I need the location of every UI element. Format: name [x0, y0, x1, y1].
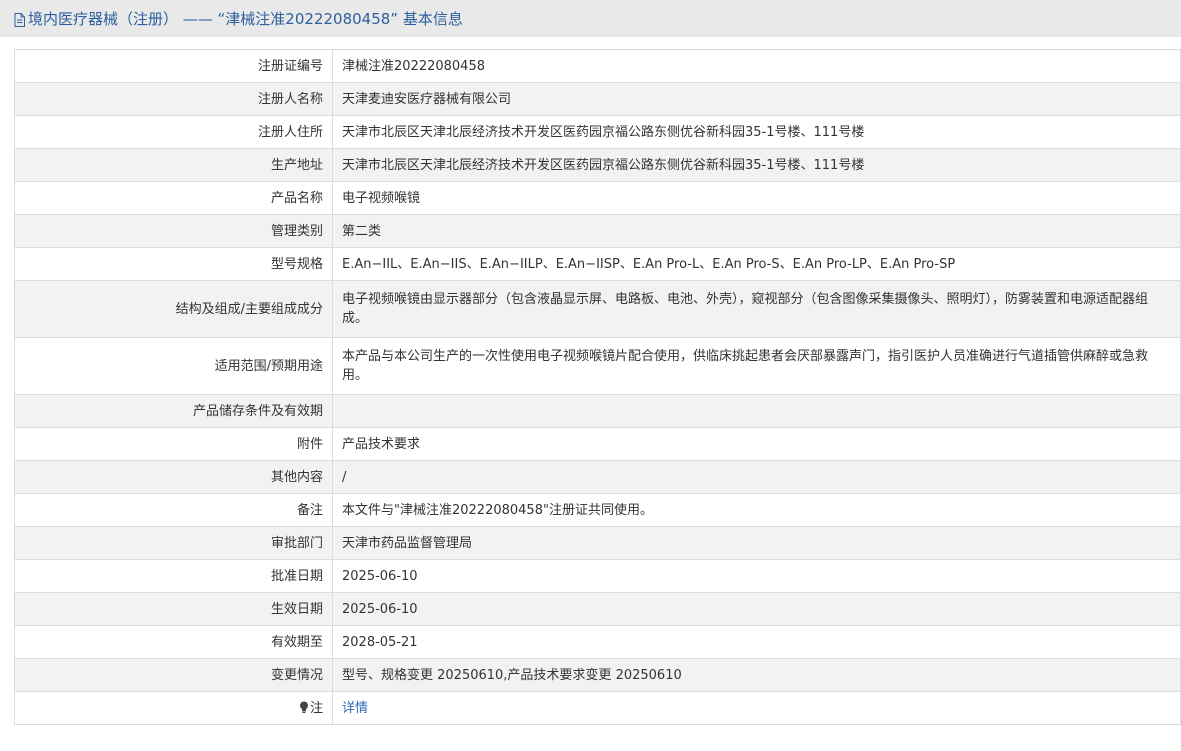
row-label: 型号规格 [14, 247, 333, 281]
row-value: 2028-05-21 [332, 625, 1181, 659]
table-row: 生产地址 天津市北辰区天津北辰经济技术开发区医药园京福公路东侧优谷新科园35-1… [14, 148, 1181, 182]
row-value: 电子视频喉镜 [332, 181, 1181, 215]
table-row: 批准日期 2025-06-10 [14, 559, 1181, 593]
row-label: 变更情况 [14, 658, 333, 692]
row-label: 产品名称 [14, 181, 333, 215]
document-icon [14, 12, 25, 27]
table-row: 生效日期 2025-06-10 [14, 592, 1181, 626]
row-value: 天津麦迪安医疗器械有限公司 [332, 82, 1181, 116]
row-value: / [332, 460, 1181, 494]
table-row: 备注 本文件与"津械注准20222080458"注册证共同使用。 [14, 493, 1181, 527]
table-row: 审批部门 天津市药品监督管理局 [14, 526, 1181, 560]
note-label: 注 [309, 700, 323, 716]
table-row: 变更情况 型号、规格变更 20250610,产品技术要求变更 20250610 [14, 658, 1181, 692]
table-row: 其他内容 / [14, 460, 1181, 494]
row-value: 本文件与"津械注准20222080458"注册证共同使用。 [332, 493, 1181, 527]
table-row: 型号规格 E.An−IIL、E.An−IIS、E.An−IILP、E.An−II… [14, 247, 1181, 281]
details-link[interactable]: 详情 [342, 701, 368, 716]
row-label: 附件 [14, 427, 333, 461]
row-value: E.An−IIL、E.An−IIS、E.An−IILP、E.An−IISP、E.… [332, 247, 1181, 281]
row-value: 津械注准20222080458 [332, 49, 1181, 83]
table-row: 注册证编号 津械注准20222080458 [14, 49, 1181, 83]
row-label: 生产地址 [14, 148, 333, 182]
row-label: 备注 [14, 493, 333, 527]
row-label: 生效日期 [14, 592, 333, 626]
table-row: 管理类别 第二类 [14, 214, 1181, 248]
table-row: 有效期至 2028-05-21 [14, 625, 1181, 659]
row-label: 审批部门 [14, 526, 333, 560]
row-value: 电子视频喉镜由显示器部分（包含液晶显示屏、电路板、电池、外壳），窥视部分（包含图… [332, 280, 1181, 338]
row-value [332, 394, 1181, 428]
row-value: 型号、规格变更 20250610,产品技术要求变更 20250610 [332, 658, 1181, 692]
table-row: 注册人住所 天津市北辰区天津北辰经济技术开发区医药园京福公路东侧优谷新科园35-… [14, 115, 1181, 149]
row-label: 注册人名称 [14, 82, 333, 116]
table-row: 结构及组成/主要组成成分 电子视频喉镜由显示器部分（包含液晶显示屏、电路板、电池… [14, 280, 1181, 338]
lightbulb-icon [299, 701, 308, 713]
registration-info-table: 注册证编号 津械注准20222080458 注册人名称 天津麦迪安医疗器械有限公… [14, 49, 1181, 725]
row-label: 管理类别 [14, 214, 333, 248]
table-row: 产品名称 电子视频喉镜 [14, 181, 1181, 215]
table-row: 适用范围/预期用途 本产品与本公司生产的一次性使用电子视频喉镜片配合使用，供临床… [14, 337, 1181, 395]
page-title: 境内医疗器械（注册） —— “津械注准20222080458” 基本信息 [28, 10, 463, 28]
note-value-cell: 详情 [332, 691, 1181, 725]
note-label-cell: 注 [14, 691, 333, 725]
row-value: 2025-06-10 [332, 559, 1181, 593]
row-value: 本产品与本公司生产的一次性使用电子视频喉镜片配合使用，供临床挑起患者会厌部暴露声… [332, 337, 1181, 395]
row-label: 结构及组成/主要组成成分 [14, 280, 333, 338]
row-value: 天津市北辰区天津北辰经济技术开发区医药园京福公路东侧优谷新科园35-1号楼、11… [332, 115, 1181, 149]
note-row: 注 详情 [14, 691, 1181, 725]
row-label: 其他内容 [14, 460, 333, 494]
table-row: 附件 产品技术要求 [14, 427, 1181, 461]
row-value: 天津市北辰区天津北辰经济技术开发区医药园京福公路东侧优谷新科园35-1号楼、11… [332, 148, 1181, 182]
page-title-bar: 境内医疗器械（注册） —— “津械注准20222080458” 基本信息 [0, 0, 1181, 37]
row-value: 2025-06-10 [332, 592, 1181, 626]
row-label: 有效期至 [14, 625, 333, 659]
row-label: 注册人住所 [14, 115, 333, 149]
table-row: 产品储存条件及有效期 [14, 394, 1181, 428]
table-row: 注册人名称 天津麦迪安医疗器械有限公司 [14, 82, 1181, 116]
row-label: 适用范围/预期用途 [14, 337, 333, 395]
row-label: 批准日期 [14, 559, 333, 593]
row-value: 第二类 [332, 214, 1181, 248]
row-label: 产品储存条件及有效期 [14, 394, 333, 428]
row-label: 注册证编号 [14, 49, 333, 83]
row-value: 天津市药品监督管理局 [332, 526, 1181, 560]
row-value: 产品技术要求 [332, 427, 1181, 461]
